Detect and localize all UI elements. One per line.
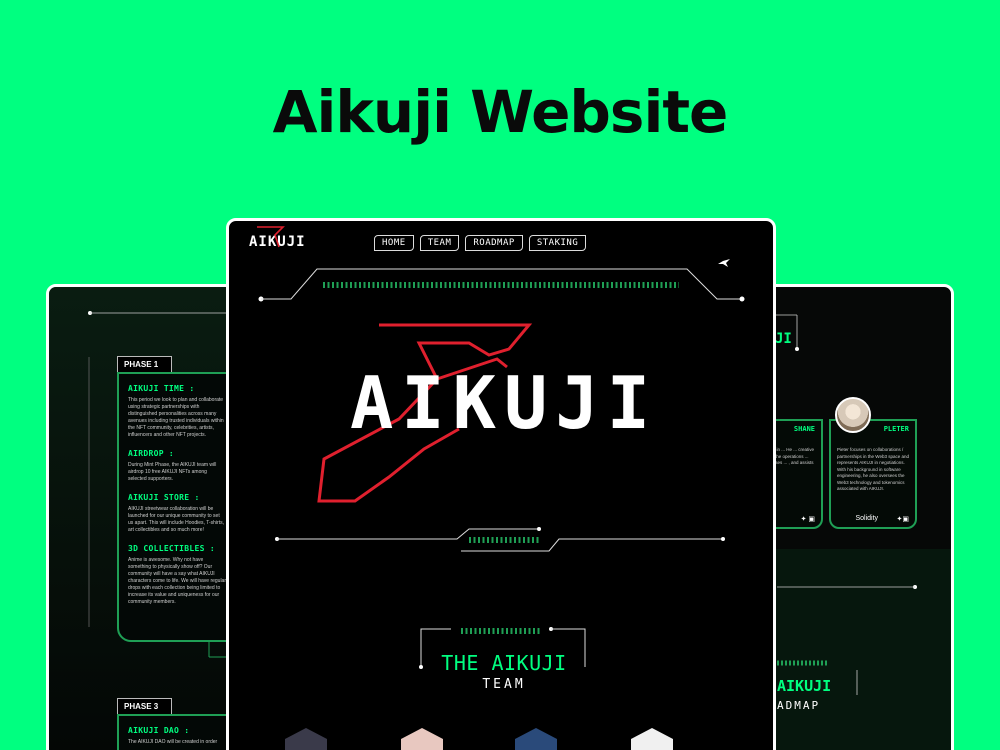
homepage-preview-panel: AIKUJI HOME TEAM ROADMAP STAKING AIKUJI [226, 218, 776, 750]
nav-team[interactable]: TEAM [419, 235, 460, 251]
phase-section-text: During Mint Phase, the AIKUJI team will … [128, 462, 217, 482]
roadmap-sub-partial: ADMAP [777, 699, 821, 712]
member-name: SHANE [793, 425, 815, 433]
phase-section-title: AIKUJI DAO : [128, 726, 190, 735]
member-desc: Pieter focuses on collaborations / partn… [837, 447, 909, 491]
phase-section-title: 3D COLLECTIBLES : [128, 544, 215, 553]
team-avatar-3[interactable] [515, 728, 557, 750]
page-headline: Aikuji Website [272, 78, 729, 146]
nav-roadmap[interactable]: ROADMAP [465, 235, 523, 251]
team-section-title: THE AIKUJI [441, 651, 567, 675]
avatar-pleter [835, 397, 871, 433]
social-icons[interactable]: ✦▣ [897, 515, 909, 523]
nav-staking[interactable]: STAKING [528, 235, 587, 251]
team-avatar-1[interactable] [285, 728, 327, 750]
phase-section-title: AIKUJI TIME : [128, 384, 195, 393]
phase-section-text: AIKUJI streetwear collaboration will be … [128, 506, 224, 533]
phase-section-title: AIRDROP : [128, 449, 175, 458]
phase-section: AIKUJI STORE : AIKUJI streetwear collabor… [128, 493, 226, 534]
nav-home[interactable]: HOME [374, 235, 414, 251]
member-role: Solidity [855, 515, 879, 522]
phase-section: AIKUJI TIME : This period we look to plan… [128, 384, 226, 439]
phase-section-text: This period we look to plan and collabor… [128, 397, 224, 438]
hero-logo-text: AIKUJI [349, 361, 659, 445]
team-avatar-2[interactable] [401, 728, 443, 750]
team-section-subtitle: TEAM [482, 677, 526, 692]
phase-section-text: The AIKUJI DAO will be created in order [128, 739, 218, 745]
phase-3-box: AIKUJI DAO : The AIKUJI DAO will be crea… [117, 714, 237, 750]
roadmap-title-partial: AIKUJI [777, 677, 832, 695]
phase-section: 3D COLLECTIBLES : Anime is awesome. Why n… [128, 544, 226, 606]
member-name: PLETER [883, 425, 909, 433]
phase-1-tab[interactable]: PHASE 1 [117, 356, 172, 372]
main-nav: HOME TEAM ROADMAP STAKING [374, 235, 587, 251]
site-logo-red-mark [257, 226, 285, 248]
team-header-partial: JI [775, 331, 792, 347]
member-card-pleter[interactable]: PLETER Pieter focuses on collaborations … [829, 419, 917, 529]
hero-divider [275, 527, 725, 552]
phase-section-text: Anime is awesome. Why not have something… [128, 557, 227, 605]
phase-section: AIRDROP : During Mint Phase, the AIKUJI t… [128, 449, 226, 483]
team-avatar-4[interactable] [631, 728, 673, 750]
social-icons[interactable]: ✦ ▣ [801, 515, 815, 523]
member-footer: Solidity ✦▣ [837, 515, 909, 523]
phase-3-tab[interactable]: PHASE 3 [117, 698, 172, 714]
phase-1-box: AIKUJI TIME : This period we look to plan… [117, 372, 237, 642]
phase-section-title: AIKUJI STORE : [128, 493, 200, 502]
